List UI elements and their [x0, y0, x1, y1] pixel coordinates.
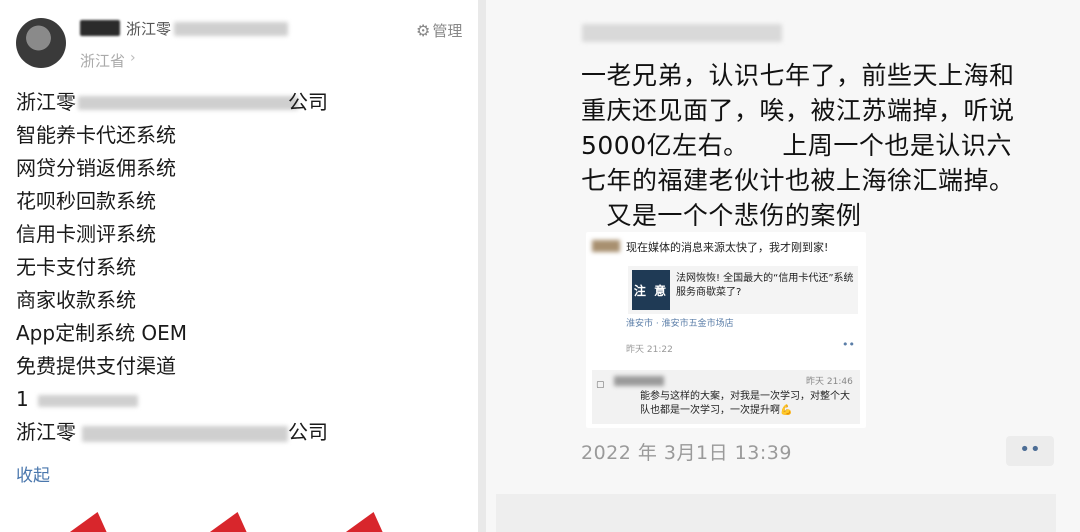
post-line: 5000亿左右。 上周一个也是认识六: [581, 131, 1012, 160]
post-timestamp: 2022 年 3月1日 13:39: [581, 442, 792, 464]
more-options-button[interactable]: ••: [1006, 436, 1054, 466]
redacted-text: [78, 96, 298, 110]
shot-location: 淮安市 · 淮安市五金市场店: [626, 319, 734, 329]
bio-line: 免费提供支付渠道: [16, 354, 176, 378]
comment-icon: ▢: [596, 380, 605, 390]
comment-area: [496, 494, 1056, 532]
avatar[interactable]: [16, 18, 66, 68]
bio-line: App定制系统 OEM: [16, 321, 188, 345]
right-moment-panel: 一老兄弟，认识七年了，前些天上海和 重庆还见面了，唉，被江苏端掉，听说 5000…: [486, 0, 1080, 532]
article-title: 法网恢恢! 全国最大的“信用卡代还”系统服务商歇菜了?: [676, 273, 854, 298]
manage-button[interactable]: ⚙ 管理: [416, 20, 462, 41]
post-line: 重庆还见面了，唉，被江苏端掉，听说: [581, 96, 1015, 125]
user-name: 浙江零: [126, 20, 172, 38]
bio-line: 花呗秒回款系统: [16, 189, 156, 213]
post-line: 一老兄弟，认识七年了，前些天上海和: [581, 61, 1015, 90]
post-line: 又是一个个悲伤的案例: [581, 201, 862, 230]
bio-line: 无卡支付系统: [16, 255, 136, 279]
shot-more-icon: ••: [842, 338, 855, 351]
bio-line: 商家收款系统: [16, 288, 136, 312]
shot-time: 昨天 21:22: [626, 345, 673, 355]
bio-line: 智能养卡代还系统: [16, 123, 176, 147]
article-thumbnail: 注 意: [632, 270, 670, 310]
red-logo-shape: [204, 512, 260, 532]
comment-text: 能参与这样的大案，对我是一次学习，对整个大队也都是一次学习，一次提升啊💪: [640, 391, 850, 416]
redacted-commenter: [614, 376, 664, 386]
comment-time: 昨天 21:46: [806, 377, 853, 387]
post-text: 一老兄弟，认识七年了，前些天上海和 重庆还见面了，唉，被江苏端掉，听说 5000…: [581, 58, 1061, 233]
redacted-text: [38, 395, 138, 407]
post-line: 七年的福建老伙计也被上海徐汇端掉。: [581, 166, 1015, 195]
embedded-screenshot[interactable]: 现在媒体的消息来源太快了，我才刚到家! 注 意 法网恢恢! 全国最大的“信用卡代…: [586, 232, 866, 428]
bio-text: 浙江零 公司 智能养卡代还系统 网贷分销返佣系统 花呗秒回款系统 信用卡测评系统…: [16, 88, 328, 451]
manage-label: 管理: [432, 22, 463, 40]
redacted-name-mark: [80, 20, 120, 36]
collapse-link[interactable]: 收起: [16, 461, 50, 486]
shared-article-card: 注 意 法网恢恢! 全国最大的“信用卡代还”系统服务商歇菜了?: [628, 266, 858, 314]
shot-comment-box: ▢ 昨天 21:46 能参与这样的大案，对我是一次学习，对整个大队也都是一次学习…: [592, 370, 860, 424]
red-logo-shape: [64, 512, 120, 532]
chevron-right-icon: ›: [130, 50, 136, 66]
bio-line: 信用卡测评系统: [16, 222, 156, 246]
redacted-header-fragment: [582, 24, 782, 42]
location-label[interactable]: 浙江省: [80, 50, 125, 71]
red-logo-shape: [340, 512, 396, 532]
left-profile-panel: 浙江零 浙江省 › ⚙ 管理 浙江零 公司 智能养卡代还系统 网贷分销返佣系统 花…: [0, 0, 478, 532]
bio-line: 网贷分销返佣系统: [16, 156, 176, 180]
bio-line-phone: 1: [16, 385, 187, 418]
avatar: [592, 240, 620, 252]
bio-line-company: 浙江零 公司: [16, 420, 328, 444]
shot-message: 现在媒体的消息来源太快了，我才刚到家!: [626, 241, 829, 254]
bio-line-company: 浙江零 公司: [16, 90, 328, 114]
redacted-text: [82, 426, 288, 442]
redacted-name: [174, 22, 288, 36]
gear-icon: ⚙: [416, 21, 431, 40]
